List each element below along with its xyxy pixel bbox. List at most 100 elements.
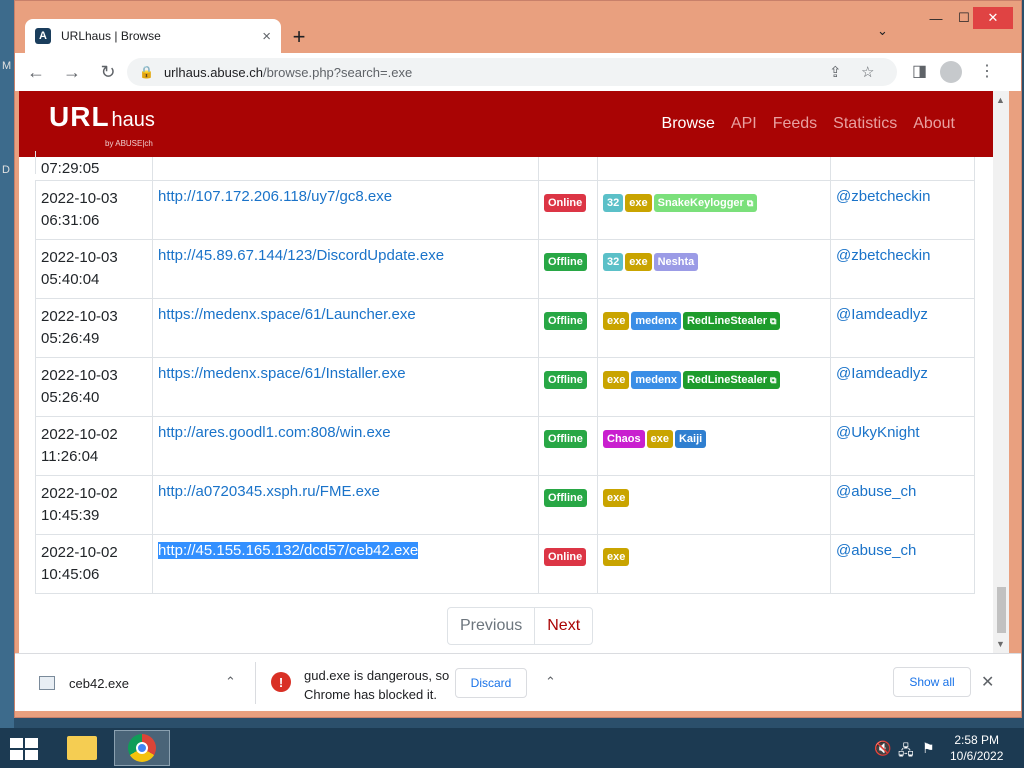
show-all-button[interactable]: Show all xyxy=(893,667,971,697)
new-tab-button[interactable]: + xyxy=(285,23,313,51)
tab-search-icon[interactable]: ⌄ xyxy=(877,23,888,39)
back-button[interactable]: ← xyxy=(21,57,51,87)
tag-badge[interactable]: exe xyxy=(603,312,630,330)
action-center-flag-icon[interactable]: ⚑ xyxy=(922,740,935,757)
tags-cell: exe medenx RedLineStealer ⧉ xyxy=(597,299,830,357)
tag-badge[interactable]: RedLineStealer ⧉ xyxy=(682,371,781,389)
tag-badge[interactable]: exe xyxy=(625,194,652,212)
browser-tab[interactable]: A URLhaus | Browse × xyxy=(25,19,281,53)
discard-button[interactable]: Discard xyxy=(455,668,527,698)
status-cell: Offline xyxy=(538,358,597,416)
table-row: 2022-10-03 05:26:40 https://medenx.space/6… xyxy=(35,358,975,417)
malware-url-link[interactable]: http://45.89.67.144/123/DiscordUpdate.ex… xyxy=(158,247,444,264)
brand-url: URL xyxy=(49,101,110,132)
tag-badge[interactable]: medenx xyxy=(631,312,681,330)
tag-badge[interactable]: Chaos xyxy=(603,430,645,448)
status-cell: Offline xyxy=(538,476,597,534)
menu-kebab-icon[interactable]: ⋮ xyxy=(979,61,995,81)
close-window-button[interactable]: ✕ xyxy=(973,7,1013,29)
reporter-cell: @Iamdeadlyz xyxy=(830,299,975,357)
url-cell: https://medenx.space/61/Launcher.exe xyxy=(152,299,538,357)
url-cell: http://ares.goodl1.com:808/win.exe xyxy=(152,417,538,475)
next-page-button[interactable]: Next xyxy=(535,608,592,644)
nav-api[interactable]: API xyxy=(731,115,757,133)
malware-url-link[interactable]: http://ares.goodl1.com:808/win.exe xyxy=(158,424,391,441)
time-text: 05:26:40 xyxy=(41,389,100,406)
malware-url-link[interactable]: http://45.155.165.132/dcd57/ceb42.exe xyxy=(158,542,419,559)
time-text: 10:45:39 xyxy=(41,507,100,524)
status-badge: Online xyxy=(544,548,587,566)
nav-statistics[interactable]: Statistics xyxy=(833,115,897,133)
danger-warning-icon: ! xyxy=(271,672,291,692)
share-icon[interactable]: ⇪ xyxy=(829,63,842,81)
tab-close-icon[interactable]: × xyxy=(262,28,271,45)
network-icon[interactable]: 🖧 xyxy=(898,740,914,764)
date-cell: 2022-10-02 11:26:04 xyxy=(35,417,152,475)
status-badge: Offline xyxy=(544,430,587,448)
tag-badge[interactable]: Kaiji xyxy=(674,430,707,448)
reporter-link[interactable]: @Iamdeadlyz xyxy=(836,306,928,323)
side-panel-icon[interactable]: ◨ xyxy=(912,61,927,81)
clock-time: 2:58 PM xyxy=(954,733,1000,747)
date-cell: 2022-10-02 10:45:06 xyxy=(35,535,152,593)
download-options-chevron-icon[interactable]: ⌃ xyxy=(225,674,236,690)
url-cell xyxy=(152,157,538,180)
forward-button[interactable]: → xyxy=(57,57,87,87)
volume-muted-icon[interactable]: 🔇 xyxy=(874,740,891,757)
windows-taskbar: 🔇 🖧 ⚑ 2:58 PM 10/6/2022 xyxy=(0,728,1024,768)
scroll-up-icon[interactable]: ▲ xyxy=(996,95,1005,105)
file-explorer-taskbar-button[interactable] xyxy=(54,730,110,766)
tag-badge[interactable]: 32 xyxy=(603,253,624,271)
minimize-button[interactable]: — xyxy=(921,7,951,29)
tag-badge[interactable]: exe xyxy=(646,430,673,448)
reporter-link[interactable]: @abuse_ch xyxy=(836,483,916,500)
malware-url-link[interactable]: http://107.172.206.118/uy7/gc8.exe xyxy=(158,188,392,205)
tag-badge[interactable]: RedLineStealer ⧉ xyxy=(682,312,781,330)
close-shelf-icon[interactable]: ✕ xyxy=(981,672,994,692)
tag-badge[interactable]: exe xyxy=(625,253,652,271)
chrome-icon xyxy=(128,734,156,762)
time-text: 11:26:04 xyxy=(41,448,99,465)
tag-badge[interactable]: exe xyxy=(603,489,630,507)
reporter-cell: @abuse_ch xyxy=(830,476,975,534)
nav-feeds[interactable]: Feeds xyxy=(773,115,817,133)
tag-label: 32 xyxy=(607,197,620,209)
malware-url-link[interactable]: https://medenx.space/61/Installer.exe xyxy=(158,365,406,382)
scrollbar-thumb[interactable] xyxy=(997,587,1006,633)
download-item[interactable]: ceb42.exe xyxy=(39,654,129,712)
blocked-options-chevron-icon[interactable]: ⌃ xyxy=(545,674,556,690)
malware-url-link[interactable]: http://a0720345.xsph.ru/FME.exe xyxy=(158,483,380,500)
reporter-link[interactable]: @UkyKnight xyxy=(836,424,920,441)
reporter-link[interactable]: @abuse_ch xyxy=(836,542,916,559)
scroll-down-icon[interactable]: ▼ xyxy=(996,639,1005,649)
profile-avatar[interactable] xyxy=(940,61,962,83)
system-clock[interactable]: 2:58 PM 10/6/2022 xyxy=(950,732,1003,764)
lock-icon[interactable]: 🔒 xyxy=(139,65,154,79)
malware-url-link[interactable]: https://medenx.space/61/Launcher.exe xyxy=(158,306,416,323)
tag-badge[interactable]: SnakeKeylogger ⧉ xyxy=(653,194,758,212)
urlhaus-logo[interactable]: URL haus by ABUSE|ch xyxy=(49,101,155,148)
tag-badge[interactable]: 32 xyxy=(603,194,624,212)
nav-about[interactable]: About xyxy=(913,115,955,133)
status-badge: Offline xyxy=(544,489,587,507)
reporter-link[interactable]: @Iamdeadlyz xyxy=(836,365,928,382)
tag-label: Chaos xyxy=(607,433,641,445)
reporter-link[interactable]: @zbetcheckin xyxy=(836,247,930,264)
address-bar[interactable]: 🔒 urlhaus.abuse.ch/browse.php?search=.ex… xyxy=(127,58,897,86)
nav-browse[interactable]: Browse xyxy=(662,115,715,133)
tag-badge[interactable]: medenx xyxy=(631,371,681,389)
bookmark-star-icon[interactable]: ☆ xyxy=(861,63,874,81)
page-scrollbar[interactable]: ▲ ▼ xyxy=(993,91,1009,653)
start-button[interactable] xyxy=(10,738,38,760)
tags-cell: exe xyxy=(597,476,830,534)
reporter-link[interactable]: @zbetcheckin xyxy=(836,188,930,205)
tag-badge[interactable]: Neshta xyxy=(653,253,699,271)
chrome-taskbar-button[interactable] xyxy=(114,730,170,766)
date-cell: 2022-10-03 05:26:49 xyxy=(35,299,152,357)
previous-page-button[interactable]: Previous xyxy=(448,608,536,644)
status-badge: Online xyxy=(544,194,587,212)
warning-line-1: gud.exe is dangerous, so xyxy=(304,668,450,683)
reload-button[interactable]: ↻ xyxy=(93,57,123,87)
tag-badge[interactable]: exe xyxy=(603,548,630,566)
tag-badge[interactable]: exe xyxy=(603,371,630,389)
